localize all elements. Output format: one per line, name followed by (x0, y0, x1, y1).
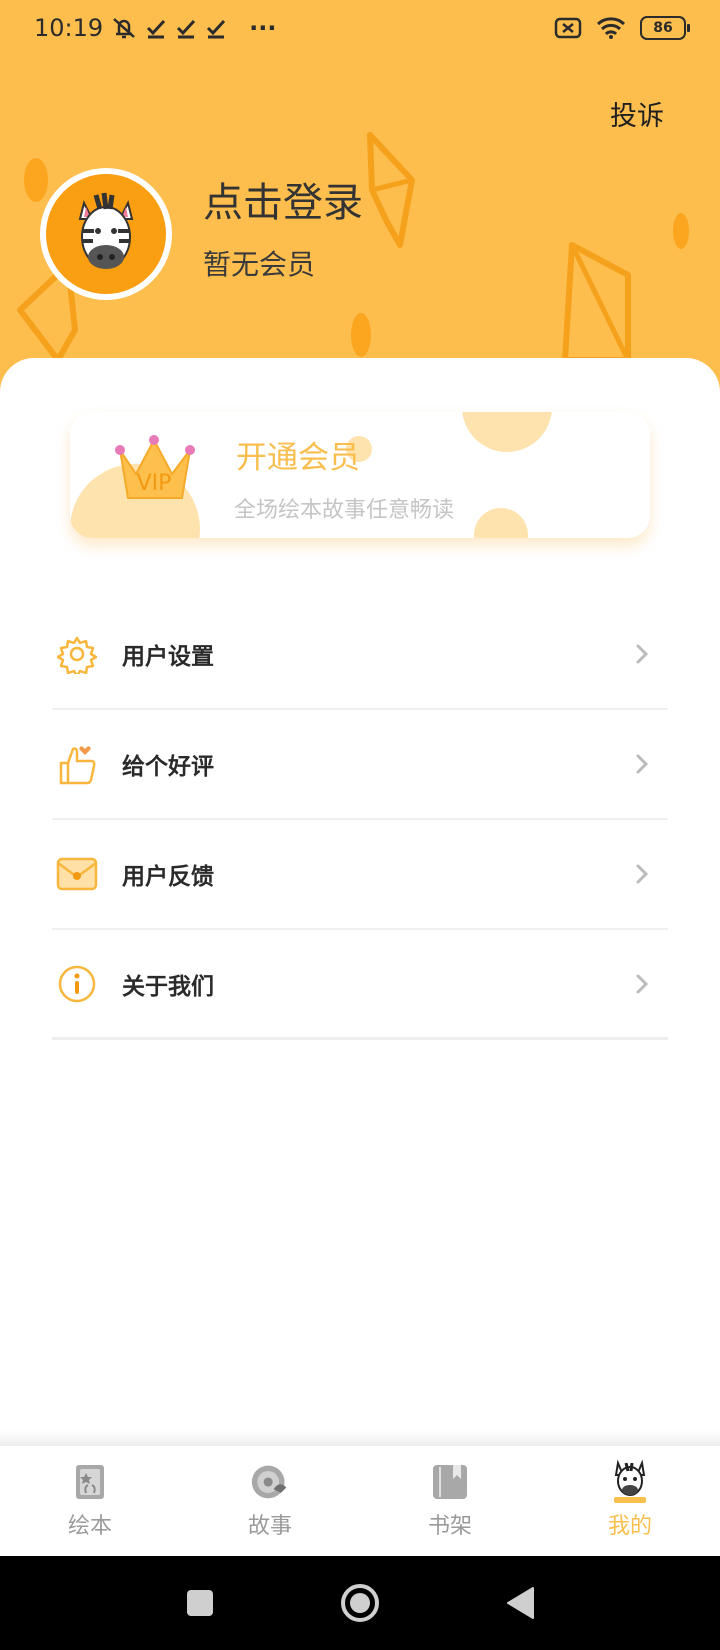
menu-label: 关于我们 (122, 973, 214, 1000)
menu-label: 给个好评 (122, 754, 214, 780)
battery-indicator: 86 (640, 16, 690, 40)
check-icon (177, 19, 196, 39)
square-icon (187, 1590, 213, 1616)
thumbs-up-icon (56, 743, 98, 785)
vip-crown-icon: VIP (115, 435, 195, 499)
recent-apps-button[interactable] (120, 1589, 280, 1617)
tab-label: 绘本 (67, 1514, 112, 1539)
envelope-icon (56, 853, 98, 895)
chevron-right-icon (636, 864, 649, 884)
vip-card[interactable]: VIP 开通会员 全场绘本故事任意畅读 (70, 412, 650, 538)
home-button[interactable] (280, 1582, 440, 1624)
header: 10:19 ··· 86 投诉 点击登录 暂无会员 (0, 0, 720, 420)
vip-title: 开通会员 (236, 440, 360, 476)
mute-icon (113, 18, 136, 39)
menu-item-user-settings[interactable]: 用户设置 (52, 600, 668, 710)
picture-book-icon (70, 1460, 110, 1504)
check-icon (147, 19, 166, 39)
status-time: 10:19 (34, 14, 104, 42)
triangle-back-icon (507, 1587, 534, 1619)
tab-picture-books[interactable]: 绘本 (0, 1448, 180, 1556)
membership-status: 暂无会员 (203, 248, 316, 281)
tab-stories[interactable]: 故事 (180, 1448, 360, 1556)
tab-label: 书架 (427, 1514, 472, 1539)
chevron-right-icon (636, 754, 649, 774)
settings-menu: 用户设置 给个好评 用户反馈 关于我们 (52, 600, 668, 1040)
story-disc-icon (250, 1460, 290, 1504)
bottom-tab-bar: 绘本 故事 书架 我的 (0, 1448, 720, 1556)
complaint-button[interactable]: 投诉 (610, 94, 664, 133)
bookshelf-icon (430, 1460, 470, 1504)
menu-label: 用户设置 (122, 644, 214, 670)
zebra-profile-icon (610, 1459, 650, 1504)
tab-mine[interactable]: 我的 (540, 1448, 720, 1556)
menu-item-about-us[interactable]: 关于我们 (52, 930, 668, 1040)
tabbar-shadow (0, 1430, 720, 1446)
tab-label: 故事 (247, 1514, 292, 1539)
decoration-blob (474, 508, 528, 538)
back-button[interactable] (440, 1586, 600, 1620)
menu-item-rate-us[interactable]: 给个好评 (52, 710, 668, 820)
system-navigation-bar (0, 1556, 720, 1650)
avatar[interactable] (40, 168, 172, 300)
check-icon (207, 19, 226, 39)
status-bar: 10:19 ··· 86 (0, 0, 720, 56)
circle-icon (341, 1584, 379, 1622)
decoration-blob (462, 412, 552, 452)
more-notifications-icon: ··· (249, 14, 277, 42)
login-link[interactable]: 点击登录 (203, 170, 363, 228)
menu-item-feedback[interactable]: 用户反馈 (52, 820, 668, 930)
zebra-avatar-icon (78, 192, 134, 269)
vip-badge-text: VIP (137, 471, 172, 496)
tab-label: 我的 (607, 1514, 652, 1539)
chevron-right-icon (636, 644, 649, 664)
gear-icon (56, 633, 98, 675)
wifi-icon (596, 17, 626, 39)
no-sim-icon (554, 17, 582, 39)
tab-bookshelf[interactable]: 书架 (360, 1448, 540, 1556)
vip-subtitle: 全场绘本故事任意畅读 (234, 498, 455, 523)
menu-label: 用户反馈 (122, 864, 214, 890)
chevron-right-icon (636, 974, 649, 993)
info-icon (56, 963, 98, 1005)
